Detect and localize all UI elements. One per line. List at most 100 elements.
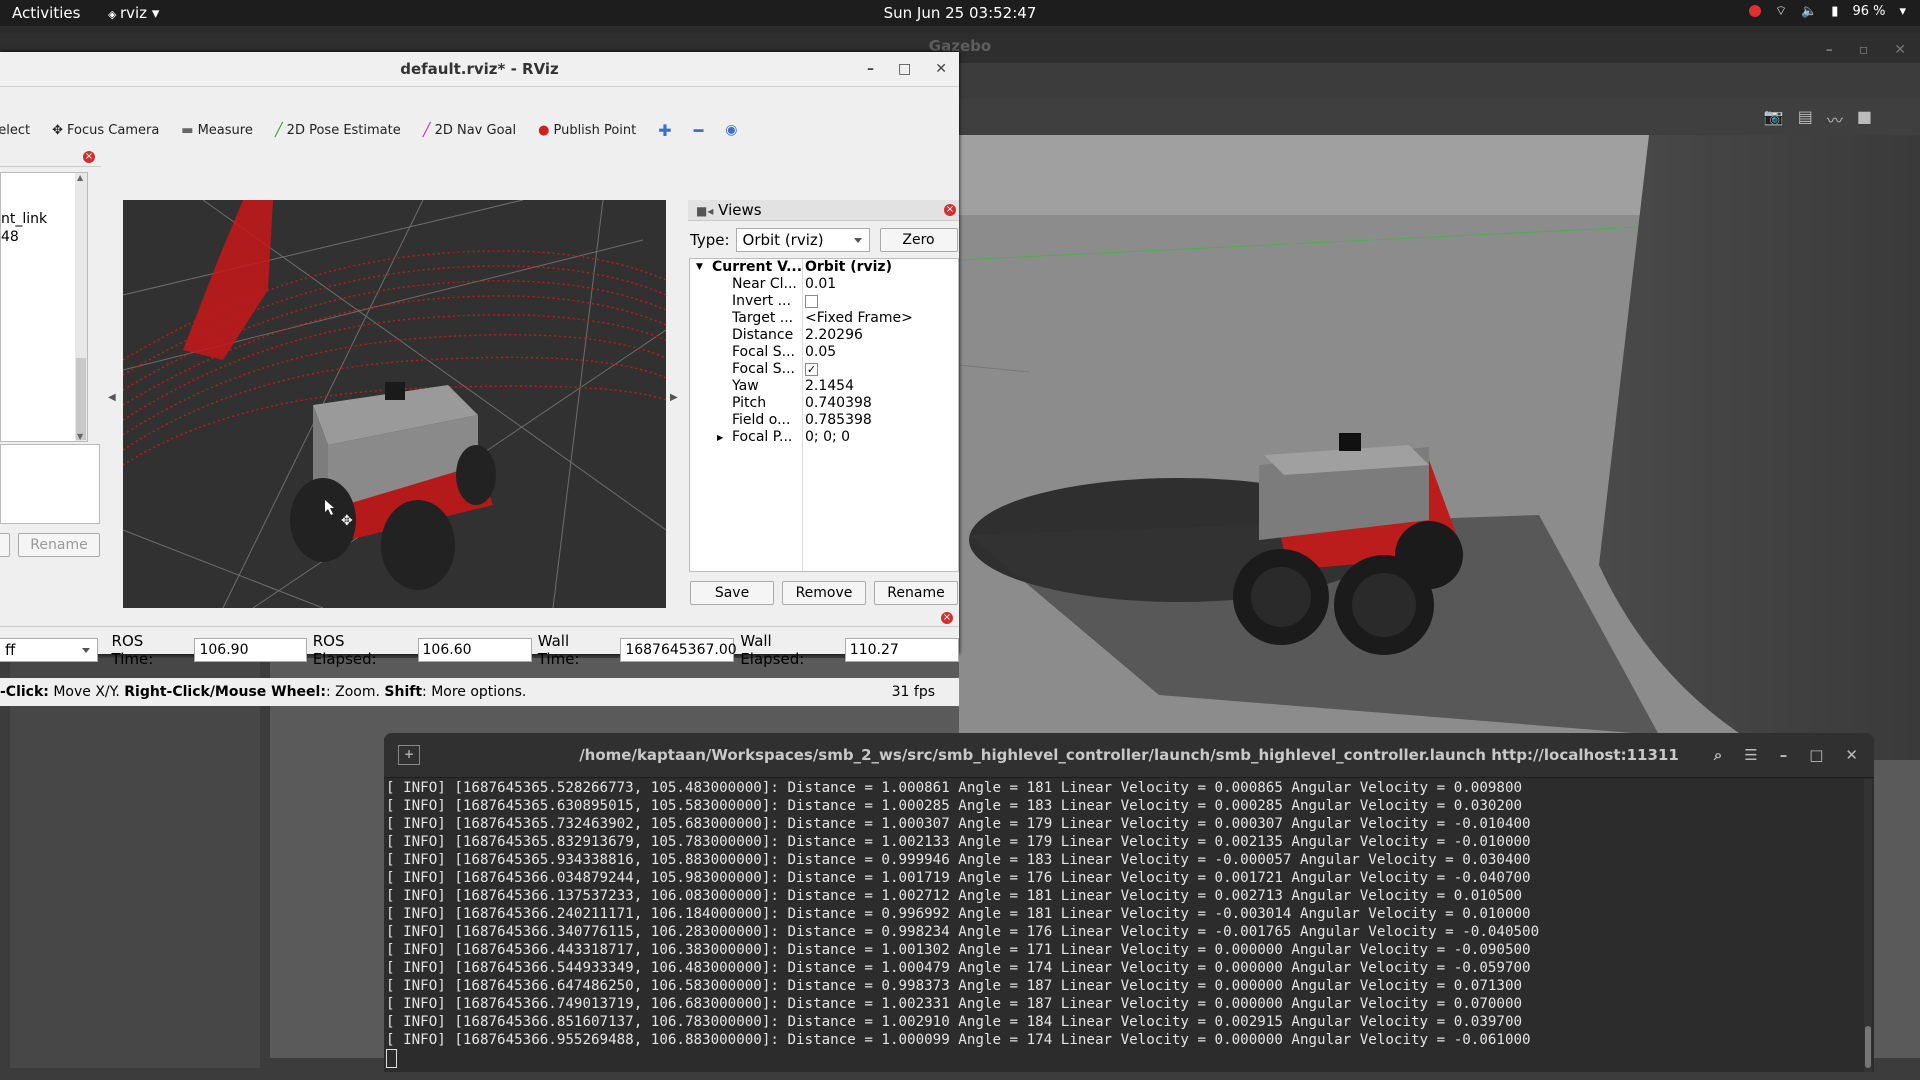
measure-tool[interactable]: ▬ Measure xyxy=(181,123,253,138)
vertical-scrollbar[interactable]: ▲ ▼ xyxy=(75,173,87,441)
property-row[interactable]: ▼ Current V... Orbit (rviz) xyxy=(690,259,958,276)
camera-icon: ■◂ xyxy=(696,204,714,218)
maximize-icon[interactable]: □ xyxy=(898,52,911,86)
property-value[interactable]: 0.01 xyxy=(805,276,836,293)
property-value[interactable]: 0.740398 xyxy=(805,395,872,412)
save-button[interactable]: Save xyxy=(690,581,774,605)
select-tool-label: Select xyxy=(0,122,31,138)
property-row[interactable]: Distance 2.20296 xyxy=(690,327,958,344)
eye-icon: ◉ xyxy=(725,122,738,138)
scroll-up-icon[interactable]: ▲ xyxy=(77,173,83,182)
terminal-scrollbar[interactable] xyxy=(1864,779,1872,1072)
terminal-output[interactable]: [ INFO] [1687645365.528266773, 105.48300… xyxy=(384,779,1864,1072)
property-row[interactable]: Focal S... ✓ xyxy=(690,361,958,378)
new-tab-icon[interactable]: + xyxy=(398,745,420,765)
status-right-click-text: : Zoom. xyxy=(325,684,385,700)
property-value[interactable]: 2.20296 xyxy=(805,327,863,344)
tree-item[interactable]: nt_link xyxy=(1,211,47,227)
sync-mode-select[interactable]: ff xyxy=(0,638,98,662)
property-row[interactable]: ▶ Focal P... 0; 0; 0 xyxy=(690,429,958,446)
property-value[interactable]: 0.05 xyxy=(805,344,836,361)
scrollbar-thumb[interactable] xyxy=(1865,1026,1871,1068)
video-icon[interactable]: ■ xyxy=(1857,107,1872,131)
focus-camera-label: Focus Camera xyxy=(67,122,160,138)
hamburger-menu-icon[interactable]: ☰ xyxy=(1744,733,1757,777)
property-row[interactable]: Field o... 0.785398 xyxy=(690,412,958,429)
maximize-icon[interactable]: □ xyxy=(1809,733,1823,777)
measure-label: Measure xyxy=(197,122,253,138)
property-row[interactable]: Target ... <Fixed Frame> xyxy=(690,310,958,327)
view-type-select[interactable]: Orbit (rviz) xyxy=(735,228,870,252)
log-line: [ INFO] [1687645365.732463902, 105.68300… xyxy=(386,816,1531,832)
clock[interactable]: Sun Jun 25 03:52:47 xyxy=(0,4,1920,22)
rviz-3d-viewport[interactable]: ✥ xyxy=(123,200,666,608)
tool-properties-button[interactable]: ◉ xyxy=(725,122,737,138)
close-icon[interactable]: × xyxy=(83,151,95,163)
minimize-icon[interactable]: – xyxy=(1826,37,1833,63)
checkmark-icon[interactable]: ✓ xyxy=(805,362,818,376)
gazebo-3d-scene[interactable] xyxy=(959,135,1920,760)
ros-time-label: ROS Time: xyxy=(111,632,154,668)
view-properties-tree[interactable]: ▼ Current V... Orbit (rviz) Near Cl... 0… xyxy=(689,258,959,572)
close-icon[interactable]: × xyxy=(944,204,956,216)
close-icon[interactable]: ✕ xyxy=(1845,733,1858,777)
collapse-right-arrow-icon[interactable]: ▶ xyxy=(670,392,678,403)
search-icon[interactable]: ⌕ xyxy=(1714,733,1722,777)
close-icon[interactable]: ✕ xyxy=(935,52,947,86)
publish-point-tool[interactable]: ● Publish Point xyxy=(538,123,636,138)
plot-icon[interactable]: 〰 xyxy=(1827,107,1843,131)
ros-elapsed-field[interactable]: 106.60 xyxy=(417,638,532,662)
gazebo-window-controls: – ▫ ✕ xyxy=(1826,37,1906,63)
property-row[interactable]: Near Cl... 0.01 xyxy=(690,276,958,293)
chevron-down-icon: ▾ xyxy=(1899,3,1906,19)
minimize-icon[interactable]: – xyxy=(1780,733,1788,777)
focus-camera-tool[interactable]: ✥ Focus Camera xyxy=(52,123,159,138)
property-row[interactable]: Pitch 0.740398 xyxy=(690,395,958,412)
checkbox-unchecked[interactable] xyxy=(805,294,818,308)
ros-time-field[interactable]: 106.90 xyxy=(194,638,307,662)
camera-icon[interactable]: 📷 xyxy=(1764,107,1784,131)
nav-goal-label: 2D Nav Goal xyxy=(434,122,517,138)
zero-button[interactable]: Zero xyxy=(879,228,958,252)
property-value[interactable]: 2.1454 xyxy=(805,378,854,395)
wall-elapsed-field[interactable]: 110.27 xyxy=(844,638,959,662)
property-value[interactable]: 0; 0; 0 xyxy=(805,429,850,446)
record-indicator-icon[interactable] xyxy=(1748,5,1761,17)
minimize-icon[interactable]: – xyxy=(867,52,874,86)
nav-goal-tool[interactable]: ╱ 2D Nav Goal xyxy=(423,123,516,138)
tree-item[interactable]: 48 xyxy=(1,229,19,245)
add-tool-button[interactable]: ✚ xyxy=(658,121,671,140)
property-name: Near Cl... xyxy=(732,276,797,292)
remove-button[interactable]: Remove xyxy=(782,581,866,605)
scroll-down-icon[interactable]: ▼ xyxy=(77,432,83,441)
terminal-prompt[interactable] xyxy=(384,1049,1864,1068)
rename-display-button[interactable]: Rename xyxy=(18,533,100,557)
log-icon[interactable]: ▤ xyxy=(1798,107,1813,131)
partial-button[interactable] xyxy=(0,533,10,557)
property-row[interactable]: Invert ... xyxy=(690,293,958,310)
wall-time-field[interactable]: 1687645367.00 xyxy=(620,638,737,662)
close-icon[interactable]: × xyxy=(941,612,953,624)
rename-button[interactable]: Rename xyxy=(874,581,958,605)
focal-shape-checkbox[interactable]: ✓ xyxy=(805,361,818,378)
displays-tree[interactable]: nt_link 48 ▲ ▼ xyxy=(0,172,88,442)
invert-checkbox[interactable] xyxy=(805,293,818,310)
log-line: [ INFO] [1687645366.749013719, 106.68300… xyxy=(386,996,1523,1012)
property-row[interactable]: Yaw 2.1454 xyxy=(690,378,958,395)
property-row[interactable]: Focal S... 0.05 xyxy=(690,344,958,361)
pose-estimate-tool[interactable]: ╱ 2D Pose Estimate xyxy=(275,123,401,138)
expand-arrow-icon[interactable]: ▶ xyxy=(717,429,723,446)
status-click-text: Move X/Y. xyxy=(48,684,125,700)
close-icon[interactable]: ✕ xyxy=(1894,37,1906,63)
terminal-window-controls: ⌕ ☰ – □ ✕ xyxy=(1714,733,1858,777)
property-name: Target ... xyxy=(732,310,794,326)
property-value[interactable]: <Fixed Frame> xyxy=(805,310,913,327)
maximize-icon[interactable]: ▫ xyxy=(1859,37,1869,63)
expand-arrow-icon[interactable]: ▼ xyxy=(696,259,703,276)
system-tray[interactable]: ⌔ 🔈 ▮ 96 % ▾ xyxy=(1748,3,1906,19)
scrollbar-thumb[interactable] xyxy=(76,358,86,440)
remove-tool-button[interactable]: ━ xyxy=(694,121,704,140)
select-tool[interactable]: Select xyxy=(0,123,30,138)
collapse-left-arrow-icon[interactable]: ◀ xyxy=(108,392,116,403)
property-value[interactable]: 0.785398 xyxy=(805,412,872,429)
